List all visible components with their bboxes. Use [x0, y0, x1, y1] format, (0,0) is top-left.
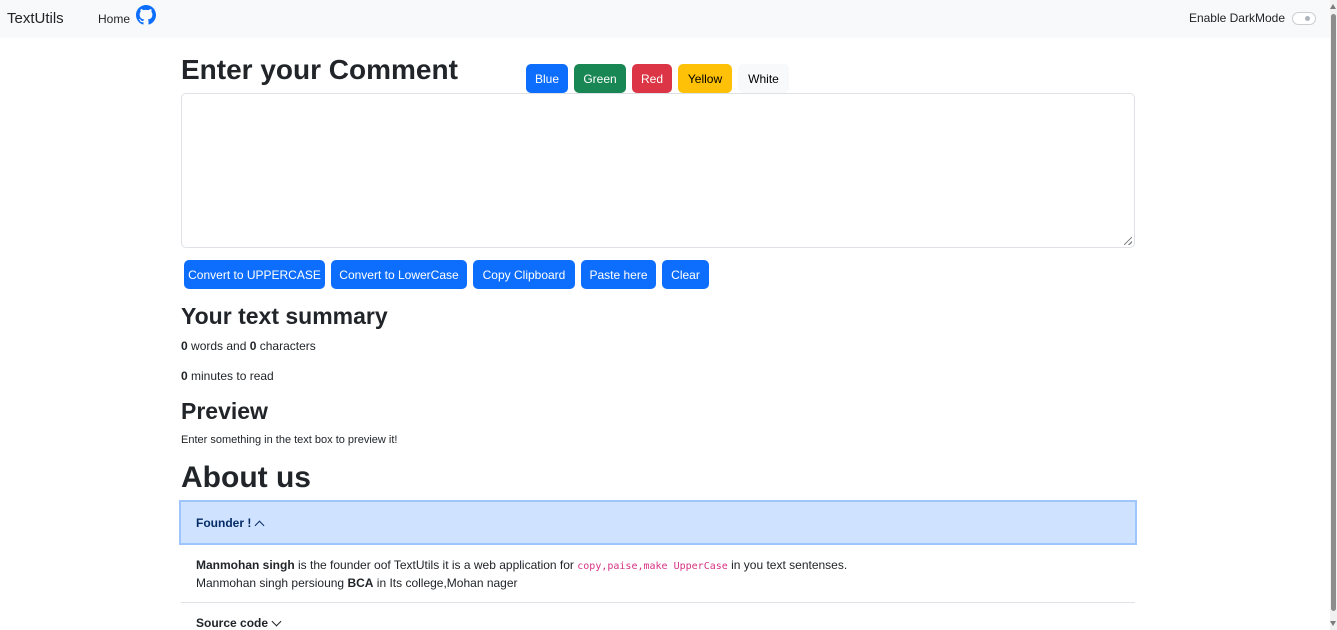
founder-line2-a: Manmohan singh persioung: [196, 576, 348, 590]
founder-line2-b: in Its college,Mohan nager: [373, 576, 518, 590]
about-heading: About us: [181, 461, 311, 494]
founder-name: Manmohan singh: [196, 558, 295, 572]
dark-mode-switch: Enable DarkMode: [1189, 11, 1316, 25]
color-yellow-button[interactable]: Yellow: [678, 64, 732, 93]
dark-mode-label: Enable DarkMode: [1188, 11, 1285, 25]
scroll-down-icon[interactable]: [1330, 621, 1336, 626]
page-scrollbar[interactable]: [1330, 0, 1337, 630]
color-red-button[interactable]: Red: [632, 64, 672, 93]
navbar: TextUtils Home Enable DarkMode: [0, 0, 1330, 38]
accordion-divider: [181, 602, 1135, 603]
founder-line-1: Manmohan singh is the founder oof TextUt…: [196, 557, 847, 575]
github-icon[interactable]: [136, 5, 156, 25]
chevron-down-icon: [271, 616, 282, 626]
paste-button[interactable]: Paste here: [581, 260, 656, 289]
minutes-count: 0: [181, 369, 188, 383]
founder-line-2: Manmohan singh persioung BCA in Its coll…: [196, 575, 847, 592]
comment-heading: Enter your Comment: [181, 54, 458, 85]
founder-text-1: is the founder oof TextUtils it is a web…: [294, 558, 578, 572]
scroll-up-icon[interactable]: [1330, 4, 1336, 9]
color-green-button[interactable]: Green: [574, 64, 626, 93]
read-time-line: 0 minutes to read: [181, 369, 274, 383]
uppercase-button[interactable]: Convert to UPPERCASE: [184, 260, 325, 289]
word-count: 0: [181, 339, 188, 353]
dark-mode-toggle[interactable]: [1292, 11, 1316, 25]
preview-text: Enter something in the text box to previ…: [181, 434, 398, 446]
accordion-founder-body: Manmohan singh is the founder oof TextUt…: [196, 557, 847, 592]
characters-text: characters: [256, 339, 316, 353]
scroll-thumb[interactable]: [1331, 14, 1336, 611]
accordion-source-title: Source code: [196, 616, 269, 630]
color-white-button[interactable]: White: [738, 64, 789, 93]
words-text: words and: [187, 339, 250, 353]
resize-handle-icon[interactable]: [1124, 237, 1132, 245]
comment-textarea[interactable]: [181, 93, 1135, 248]
summary-heading: Your text summary: [181, 303, 388, 329]
accordion-founder-header[interactable]: Founder !: [179, 500, 1137, 545]
brand-link[interactable]: TextUtils: [7, 10, 64, 27]
preview-heading: Preview: [181, 398, 268, 424]
lowercase-button[interactable]: Convert to LowerCase: [331, 260, 467, 289]
founder-text-2: in you text sentenses.: [727, 558, 848, 572]
founder-degree: BCA: [347, 576, 374, 590]
copy-clipboard-button[interactable]: Copy Clipboard: [473, 260, 575, 289]
accordion-founder-title: Founder !: [196, 515, 252, 530]
accordion-source-header[interactable]: Source code: [196, 616, 282, 630]
founder-code: copy,paise,make UpperCase: [577, 561, 728, 572]
nav-home-link[interactable]: Home: [98, 12, 130, 26]
minutes-text: minutes to read: [187, 369, 274, 383]
color-blue-button[interactable]: Blue: [526, 64, 568, 93]
chevron-up-icon: [254, 520, 265, 530]
word-count-line: 0 words and 0 characters: [181, 339, 316, 353]
clear-button[interactable]: Clear: [662, 260, 709, 289]
